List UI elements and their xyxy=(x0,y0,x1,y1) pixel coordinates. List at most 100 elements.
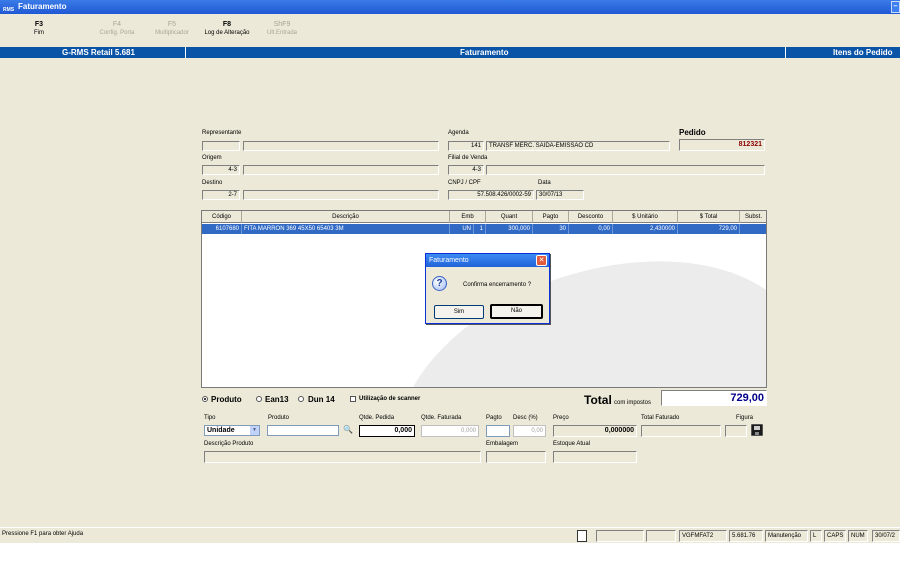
col-header-desconto[interactable]: Desconto xyxy=(569,211,613,223)
col-header-unitario[interactable]: $ Unitário xyxy=(613,211,678,223)
representante-code-field[interactable] xyxy=(202,141,240,151)
qtde-pedida-input[interactable]: 0,000 xyxy=(359,425,415,437)
cell-pagto: 30 xyxy=(533,224,569,234)
toolbar-f3-fim[interactable]: F3 Fim xyxy=(24,20,54,38)
toolbar-shf9-ult-entrada[interactable]: ShF9 Ult.Entrada xyxy=(262,20,302,38)
cell-codigo: 6107680 xyxy=(202,224,242,234)
col-header-quant[interactable]: Quant xyxy=(486,211,533,223)
items-title: Itens do Pedido xyxy=(833,48,893,57)
radio-dun14-label: Dun 14 xyxy=(308,395,335,404)
cell-unitario: 2,430000 xyxy=(613,224,678,234)
desc-label: Desc (%) xyxy=(513,415,538,421)
total-faturado-label: Total Faturado xyxy=(641,415,680,421)
total-label: Total xyxy=(584,393,612,407)
radio-ean13[interactable] xyxy=(256,396,262,402)
radio-produto-label: Produto xyxy=(211,395,242,404)
clipboard-icon xyxy=(577,530,587,542)
data-label: Data xyxy=(538,180,551,186)
representante-name-field[interactable] xyxy=(243,141,439,151)
data-field[interactable]: 30/07/13 xyxy=(536,190,584,200)
minimize-button[interactable]: – xyxy=(891,1,900,13)
embalagem-field[interactable] xyxy=(486,451,546,463)
cell-emb-qty: 1 xyxy=(474,224,486,234)
toolbar-f5-multiplicador[interactable]: F5 Multiplicador xyxy=(150,20,194,38)
cell-quant: 300,000 xyxy=(486,224,533,234)
function-key-toolbar: F3 Fim F4 Config. Porta F5 Multiplicador… xyxy=(0,14,900,47)
status-program: VGFMFAT2 xyxy=(679,530,727,542)
filial-name-field[interactable] xyxy=(486,165,765,175)
produto-input[interactable] xyxy=(267,425,339,436)
grid-header: Código Descrição Emb Quant Pagto Descont… xyxy=(202,211,766,223)
dialog-title: Faturamento xyxy=(429,257,469,264)
qtde-faturada-input[interactable]: 0,000 xyxy=(421,425,479,437)
total-faturado-field[interactable] xyxy=(641,425,721,437)
question-icon: ? xyxy=(432,276,447,291)
destino-code-field[interactable]: 2-7 xyxy=(202,190,240,200)
descricao-produto-field[interactable] xyxy=(204,451,481,463)
estoque-field[interactable] xyxy=(553,451,637,463)
status-caps: CAPS xyxy=(824,530,846,542)
filial-code-field[interactable]: 4-3 xyxy=(448,165,484,175)
col-header-subst[interactable]: Subst. xyxy=(740,211,766,223)
col-header-pagto[interactable]: Pagto xyxy=(533,211,569,223)
nao-button[interactable]: Não xyxy=(490,304,543,319)
status-mode: Manutenção xyxy=(765,530,808,542)
radio-ean13-label: Ean13 xyxy=(265,395,289,404)
total-sublabel: com impostos xyxy=(614,400,652,406)
table-row[interactable]: 6107680 FITA MARRON 369 45X50 65403 3M U… xyxy=(202,224,766,234)
total-value: 729,00 xyxy=(661,390,767,406)
cell-total: 729,00 xyxy=(678,224,740,234)
qtde-pedida-label: Qtde. Pedida xyxy=(359,415,395,421)
col-header-descricao[interactable]: Descrição xyxy=(242,211,450,223)
figura-label: Figura xyxy=(736,415,754,421)
destino-label: Destino xyxy=(202,180,223,186)
col-header-emb[interactable]: Emb xyxy=(450,211,486,223)
origem-code-field[interactable]: 4-3 xyxy=(202,165,240,175)
desc-input[interactable]: 0,00 xyxy=(513,425,546,437)
agenda-desc-field[interactable]: TRANSF MERC. SAIDA-EMISSAO CD xyxy=(486,141,670,151)
pedido-number-field[interactable]: 812321 xyxy=(679,139,765,151)
col-header-total[interactable]: $ Total xyxy=(678,211,740,223)
confirm-dialog: Faturamento ✕ ? Confirma encerramento ? … xyxy=(425,253,550,324)
status-pane-empty-1 xyxy=(596,530,644,542)
dialog-message: Confirma encerramento ? xyxy=(463,282,532,288)
app-version-label: G-RMS Retail 5.681 xyxy=(62,48,135,57)
status-l: L xyxy=(810,530,822,542)
dialog-titlebar: Faturamento ✕ xyxy=(426,254,549,267)
origem-name-field[interactable] xyxy=(243,165,439,175)
cell-descricao: FITA MARRON 369 45X50 65403 3M xyxy=(242,224,450,234)
cnpj-field[interactable]: 57.508.426/0002-59 xyxy=(448,190,534,200)
radio-produto[interactable] xyxy=(202,396,208,402)
module-title: Faturamento xyxy=(460,48,509,57)
tipo-label: Tipo xyxy=(204,415,216,421)
scanner-checkbox[interactable] xyxy=(350,396,356,402)
agenda-code-field[interactable]: 141 xyxy=(448,141,484,151)
save-disk-icon[interactable] xyxy=(751,424,763,436)
descricao-produto-label: Descrição Produto xyxy=(204,441,254,447)
pagto-label: Pagto xyxy=(486,415,502,421)
estoque-label: Estoque Atual xyxy=(553,441,591,447)
destino-name-field[interactable] xyxy=(243,190,439,200)
agenda-label: Agenda xyxy=(448,130,469,136)
preco-field[interactable]: 0,000000 xyxy=(553,425,637,437)
chevron-down-icon[interactable]: ▼ xyxy=(250,426,259,435)
qtde-faturada-label: Qtde. Faturada xyxy=(421,415,462,421)
window-titlebar: RMS Faturamento – xyxy=(0,0,900,14)
toolbar-f4-config-porta[interactable]: F4 Config. Porta xyxy=(96,20,138,38)
watermark-swoosh xyxy=(362,212,766,387)
status-help-text: Pressione F1 para obter Ajuda xyxy=(2,531,84,537)
status-bar: Pressione F1 para obter Ajuda VGFMFAT2 5… xyxy=(0,527,900,543)
module-header-bar: G-RMS Retail 5.681 Faturamento Itens do … xyxy=(0,47,900,58)
figura-field[interactable] xyxy=(725,425,747,437)
cell-desconto: 0,00 xyxy=(569,224,613,234)
binoculars-search-icon[interactable]: 🔍 xyxy=(341,424,355,436)
tipo-select[interactable]: Unidade ▼ xyxy=(204,425,260,436)
col-header-codigo[interactable]: Código xyxy=(202,211,242,223)
sim-button[interactable]: Sim xyxy=(434,305,484,319)
window-title: Faturamento xyxy=(18,2,67,11)
pagto-input[interactable] xyxy=(486,425,510,437)
close-icon[interactable]: ✕ xyxy=(536,255,547,266)
radio-dun14[interactable] xyxy=(298,396,304,402)
toolbar-f8-log-alteracao[interactable]: F8 Log de Alteração xyxy=(198,20,256,38)
status-version: 5.681.76 xyxy=(729,530,763,542)
